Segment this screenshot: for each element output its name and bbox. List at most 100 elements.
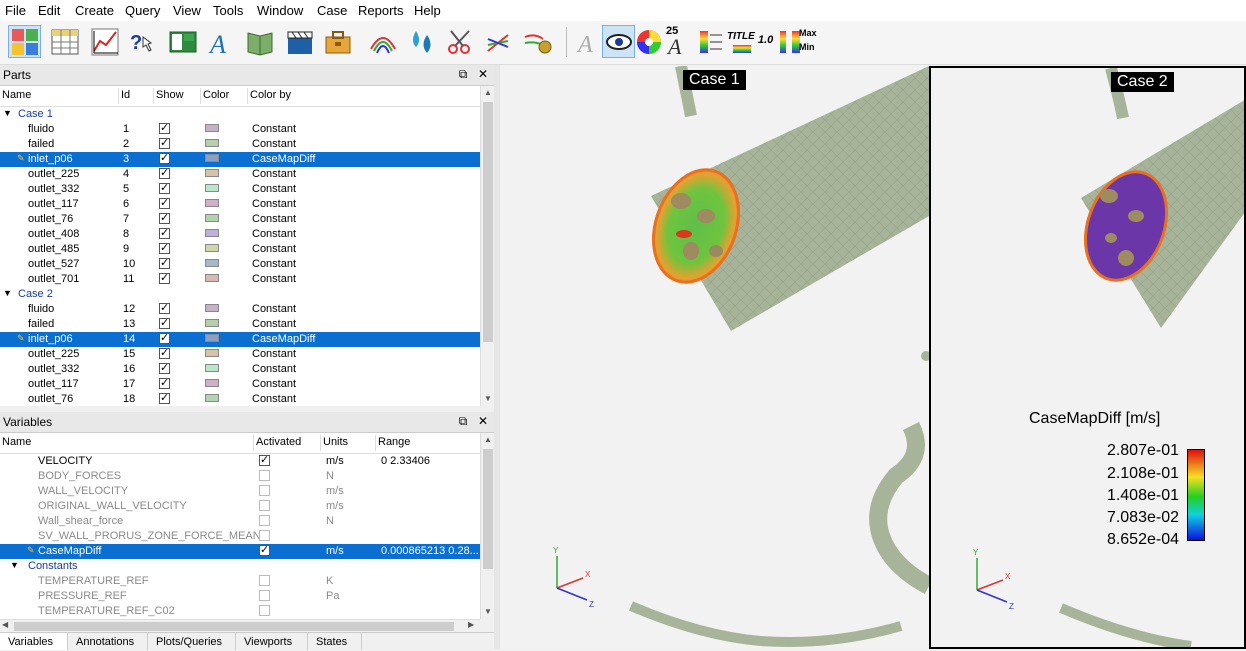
col-activated[interactable]: Activated	[256, 436, 301, 448]
show-checkbox[interactable]	[159, 271, 170, 284]
part-row[interactable]: outlet_701 11 Constant	[0, 271, 480, 287]
tab-annotations[interactable]: Annotations	[68, 633, 148, 650]
part-row[interactable]: outlet_408 8 Constant	[0, 226, 480, 242]
col-colorby[interactable]: Color by	[250, 89, 291, 101]
menu-help[interactable]: Help	[414, 3, 441, 18]
float-icon[interactable]: ⧉	[456, 67, 470, 81]
variable-row[interactable]: TEMPERATURE_REF_C02	[0, 604, 480, 619]
activated-checkbox[interactable]	[259, 530, 270, 541]
contour-icon[interactable]	[366, 25, 399, 58]
part-row[interactable]: failed 13 Constant	[0, 316, 480, 332]
panel-splitter[interactable]	[494, 65, 500, 649]
chart-icon[interactable]	[88, 25, 121, 58]
part-row[interactable]: fluido 1 Constant	[0, 121, 480, 137]
menu-query[interactable]: Query	[125, 3, 160, 18]
activated-checkbox[interactable]	[259, 590, 270, 601]
particle-trace-icon[interactable]	[521, 25, 554, 58]
color-swatch[interactable]	[205, 154, 219, 162]
close-icon[interactable]: ✕	[476, 67, 490, 81]
annotation-text-icon[interactable]: A	[571, 25, 604, 58]
part-row[interactable]: outlet_527 10 Constant	[0, 256, 480, 272]
part-row[interactable]: outlet_76 7 Constant	[0, 211, 480, 227]
part-row[interactable]: ✎inlet_p06 3 CaseMapDiff	[0, 151, 480, 167]
show-checkbox[interactable]	[159, 316, 170, 329]
drops-icon[interactable]	[405, 25, 438, 58]
expand-arrow-icon[interactable]: ▼	[3, 288, 12, 298]
variables-hscrollbar[interactable]: ◀ ▶	[0, 619, 480, 633]
color-swatch[interactable]	[205, 199, 219, 207]
menu-reports[interactable]: Reports	[358, 3, 404, 18]
part-row[interactable]: outlet_225 15 Constant	[0, 346, 480, 362]
color-swatch[interactable]	[205, 379, 219, 387]
variable-row[interactable]: ✎CaseMapDiff m/s 0.000865213 0.28...	[0, 543, 480, 559]
tab-viewports[interactable]: Viewports	[236, 633, 308, 650]
show-checkbox[interactable]	[159, 346, 170, 359]
menu-create[interactable]: Create	[75, 3, 114, 18]
col-units[interactable]: Units	[323, 436, 348, 448]
vector-arrows-icon[interactable]	[482, 25, 515, 58]
menu-edit[interactable]: Edit	[38, 3, 60, 18]
col-color[interactable]: Color	[203, 89, 229, 101]
color-swatch[interactable]	[205, 364, 219, 372]
show-checkbox[interactable]	[159, 391, 170, 404]
number-format-icon[interactable]: 1.0	[756, 25, 789, 58]
viewport-case-2[interactable]: Case 2 CaseMapDiff [m/s] 2.807e-01 2.108…	[929, 66, 1246, 649]
parts-scrollbar[interactable]: ▲ ▼	[480, 86, 495, 406]
minmax-icon[interactable]: Max Min	[787, 25, 820, 58]
toolbox-icon[interactable]	[321, 25, 354, 58]
variable-row[interactable]: SV_WALL_PRORUS_ZONE_FORCE_MEAN	[0, 529, 480, 544]
color-swatch[interactable]	[205, 394, 219, 402]
variable-row[interactable]: PRESSURE_REF Pa	[0, 589, 480, 604]
activated-checkbox[interactable]	[259, 500, 270, 511]
color-swatch[interactable]	[205, 169, 219, 177]
color-swatch[interactable]	[205, 214, 219, 222]
tab-variables[interactable]: Variables	[0, 633, 68, 650]
activated-checkbox[interactable]	[259, 575, 270, 586]
part-row[interactable]: failed 2 Constant	[0, 136, 480, 152]
text-annotation-icon[interactable]: A	[204, 25, 237, 58]
variables-group-row[interactable]: ▼ Constants	[0, 559, 480, 574]
col-id[interactable]: Id	[121, 89, 130, 101]
col-range[interactable]: Range	[378, 436, 410, 448]
show-checkbox[interactable]	[159, 361, 170, 374]
col-name[interactable]: Name	[2, 89, 31, 101]
parts-group-row[interactable]: ▼ Case 1	[0, 107, 480, 122]
activated-checkbox[interactable]	[259, 605, 270, 616]
book-icon[interactable]	[243, 25, 276, 58]
parts-group-row[interactable]: ▼ Case 2	[0, 287, 480, 302]
expand-arrow-icon[interactable]: ▼	[10, 560, 19, 570]
eye-icon[interactable]	[602, 25, 635, 58]
color-swatch[interactable]	[205, 334, 219, 342]
viewport-icon[interactable]	[166, 25, 199, 58]
show-checkbox[interactable]	[159, 181, 170, 194]
query-icon[interactable]: ?	[127, 25, 160, 58]
title-icon[interactable]: TITLE	[725, 25, 758, 58]
part-row[interactable]: outlet_225 4 Constant	[0, 166, 480, 182]
variable-row[interactable]: Wall_shear_force N	[0, 514, 480, 529]
part-row[interactable]: outlet_117 17 Constant	[0, 376, 480, 392]
part-row[interactable]: ✎inlet_p06 14 CaseMapDiff	[0, 331, 480, 347]
show-checkbox[interactable]	[159, 196, 170, 209]
variable-row[interactable]: BODY_FORCES N	[0, 469, 480, 484]
color-swatch[interactable]	[205, 184, 219, 192]
menu-window[interactable]: Window	[257, 3, 303, 18]
color-swatch[interactable]	[205, 244, 219, 252]
show-checkbox[interactable]	[159, 136, 170, 149]
activated-checkbox[interactable]	[259, 543, 270, 556]
variable-row[interactable]: TEMPERATURE_REF K	[0, 574, 480, 589]
menu-case[interactable]: Case	[317, 3, 347, 18]
variables-vscrollbar[interactable]: ▲ ▼	[480, 433, 495, 619]
parts-icon[interactable]	[8, 25, 41, 58]
color-swatch[interactable]	[205, 124, 219, 132]
col-show[interactable]: Show	[156, 89, 184, 101]
color-swatch[interactable]	[205, 139, 219, 147]
font-size-icon[interactable]: A 25	[662, 25, 695, 58]
part-row[interactable]: outlet_76 18 Constant	[0, 391, 480, 406]
palette-icon[interactable]	[694, 25, 727, 58]
part-row[interactable]: outlet_117 6 Constant	[0, 196, 480, 212]
show-checkbox[interactable]	[159, 166, 170, 179]
activated-checkbox[interactable]	[259, 485, 270, 496]
show-checkbox[interactable]	[159, 211, 170, 224]
close-icon[interactable]: ✕	[476, 414, 490, 428]
scissors-icon[interactable]	[443, 25, 476, 58]
